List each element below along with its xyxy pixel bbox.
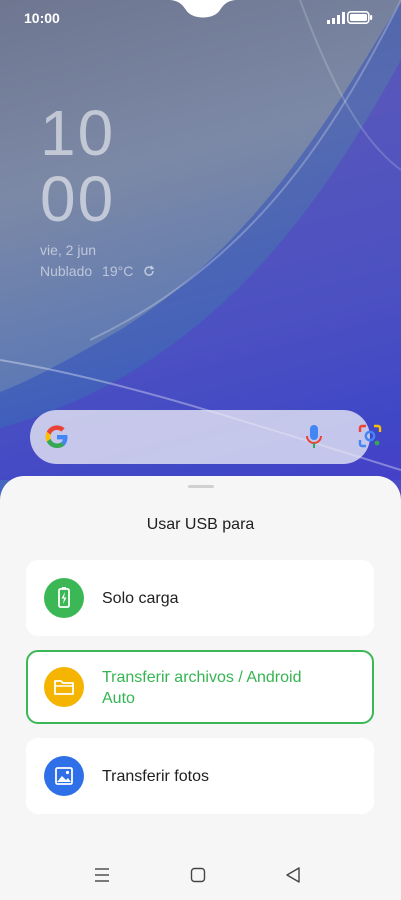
lockscreen-clock: 10 00 [40,100,115,232]
option-label: Transferir archivos / Android Auto [102,667,301,709]
back-icon[interactable] [285,860,301,890]
sheet-title: Usar USB para [146,516,255,533]
sheet-handle[interactable] [188,485,214,488]
refresh-icon[interactable] [143,265,155,277]
weather-info: Nublado 19°C [40,263,155,279]
mic-icon[interactable] [306,424,322,450]
usb-options-sheet: Usar USB para Solo carga Transferir arch… [0,476,401,900]
google-search-bar[interactable] [30,410,382,464]
option-label: Transferir fotos [102,768,209,785]
google-logo [45,425,68,448]
lens-icon[interactable] [357,423,383,449]
lockscreen-date: vie, 2 jun [40,242,97,258]
folder-icon [44,667,84,707]
clock-hour: 10 [40,97,116,169]
weather-temp: 19°C [102,263,134,279]
option-label-line2: Auto [102,690,135,707]
weather-condition: Nublado [40,263,93,279]
option-transferir-fotos[interactable]: Transferir fotos [26,738,374,814]
navigation-bar [0,860,401,890]
signal-icon [327,12,345,24]
image-icon [44,756,84,796]
camera-notch [168,0,238,18]
option-transferir-archivos[interactable]: Transferir archivos / Android Auto [26,650,374,724]
option-label-line1: Transferir archivos / Android [102,669,302,686]
option-label: Solo carga [102,590,179,607]
option-solo-carga[interactable]: Solo carga [26,560,374,636]
status-bar: 10:00 [0,0,401,36]
battery-charging-icon [44,578,84,618]
home-icon[interactable] [190,860,206,890]
battery-icon [347,11,373,24]
menu-icon[interactable] [94,860,110,890]
status-time: 10:00 [24,10,60,26]
clock-minute: 00 [40,163,116,235]
